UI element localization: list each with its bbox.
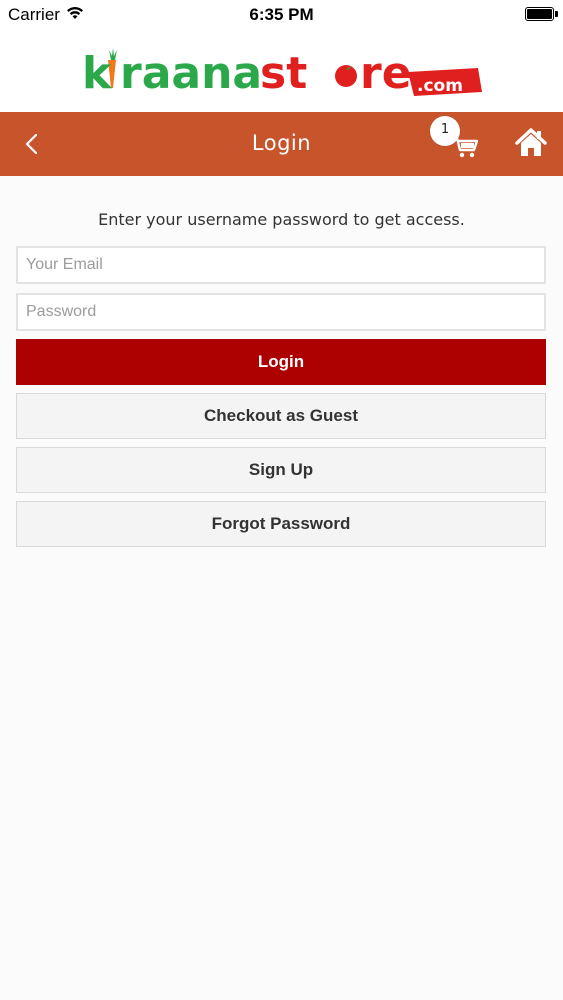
svg-text:st: st [260,48,307,99]
battery-icon [525,7,554,21]
svg-text:re: re [360,48,412,99]
sign-up-button[interactable]: Sign Up [16,447,546,493]
home-icon[interactable] [515,128,547,158]
nav-header: Login 1 [0,112,563,176]
forgot-password-button[interactable]: Forgot Password [16,501,546,547]
logo-suffix: .com [417,76,463,96]
cart-button[interactable]: 1 [430,116,480,166]
status-bar: Carrier 6:35 PM [0,0,563,30]
email-field[interactable] [16,246,546,284]
password-field[interactable] [16,293,546,331]
svg-text:raana: raana [120,48,262,99]
cart-count-badge: 1 [430,116,460,146]
login-instructions: Enter your username password to get acce… [98,210,465,229]
status-time: 6:35 PM [249,5,314,24]
battery-nub [555,11,558,17]
svg-text:k: k [82,48,113,99]
login-button[interactable]: Login [16,339,546,385]
kiraanastore-logo: .com kiraanastore k raana st re [82,48,482,99]
logo-area: .com kiraanastore k raana st re [0,30,563,112]
tomato-icon [335,65,357,87]
checkout-as-guest-button[interactable]: Checkout as Guest [16,393,546,439]
